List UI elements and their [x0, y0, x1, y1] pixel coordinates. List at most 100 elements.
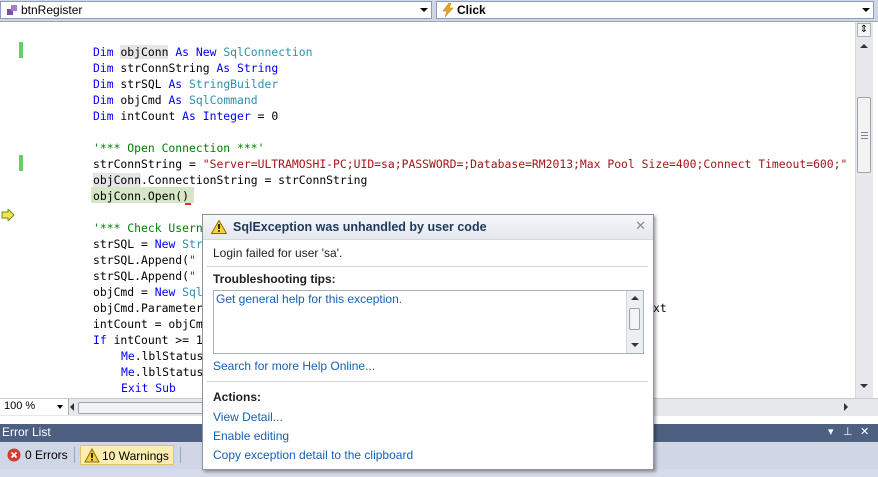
code-line: strSQL.Append(" [93, 269, 203, 283]
code-comment: '*** Open Connection ***' [93, 141, 265, 155]
keyword: As [168, 93, 183, 107]
class-name-label: btnRegister [21, 3, 83, 17]
type-name: StringBuilder [189, 77, 279, 91]
general-help-link[interactable]: Get general help for this exception. [216, 292, 402, 306]
copy-exception-detail-link[interactable]: Copy exception detail to the clipboard [213, 448, 413, 462]
scroll-up-icon[interactable] [631, 296, 639, 300]
code-line: intCount = objCm [93, 317, 203, 331]
keyword: As [182, 109, 196, 123]
code-comment: '*** Check Userna [93, 221, 210, 235]
split-handle-icon[interactable]: ⇕ [857, 23, 871, 37]
code-line-current: objConn.Open() [93, 189, 190, 203]
divider [207, 266, 648, 267]
keyword: Integer [202, 109, 251, 123]
window-position-icon[interactable]: ▾ [828, 425, 834, 438]
warnings-label: 10 Warnings [102, 449, 169, 463]
grip-line [861, 135, 868, 136]
scroll-left-icon[interactable] [70, 403, 74, 411]
scroll-thumb[interactable] [629, 308, 640, 330]
keyword: Exit Sub [121, 381, 176, 395]
navigation-bar: btnRegister Click [0, 0, 878, 22]
code-line: Dim strConnString As String [93, 61, 279, 75]
string-literal: " [189, 253, 203, 267]
zoom-combo[interactable]: 100 % [0, 399, 69, 415]
identifier-highlight: objConn [93, 189, 142, 203]
scroll-thumb[interactable] [857, 97, 871, 173]
code-line: Dim intCount As Integer = 0 [93, 109, 279, 123]
keyword: Dim [93, 61, 114, 75]
keyword: Dim [93, 45, 114, 59]
string-literal: "Server=ULTRAMOSHI-PC;UID=sa;PASSWORD=;D… [202, 157, 848, 171]
troubleshooting-header: Troubleshooting tips: [213, 272, 336, 286]
keyword: Me [121, 349, 135, 363]
type-name: Str [182, 237, 203, 251]
change-marker [19, 155, 23, 171]
code-line: Me.lblStatus [121, 365, 204, 379]
actions-header: Actions: [213, 390, 261, 404]
errors-label: 0 Errors [25, 448, 68, 462]
toolbar-separator [180, 447, 181, 463]
close-icon[interactable]: ✕ [635, 218, 646, 234]
event-member-icon [7, 5, 17, 15]
method-name-combo[interactable]: Click [436, 1, 874, 19]
enable-editing-link[interactable]: Enable editing [213, 429, 289, 443]
change-marker [19, 42, 23, 58]
tips-scrollbar[interactable] [626, 291, 643, 353]
type-name: Sql [182, 285, 203, 299]
code-line: objCmd.Parameter [93, 301, 203, 315]
editor-margin [0, 22, 32, 398]
code-line: strConnString = "Server=ULTRAMOSHI-PC;UI… [93, 157, 848, 171]
keyword: Dim [93, 77, 114, 91]
code-line: strSQL = New Str [93, 237, 203, 251]
identifier-highlight: objConn [93, 173, 142, 187]
code-line: Dim objCmd As SqlCommand [93, 93, 258, 107]
scroll-up-icon[interactable] [860, 44, 868, 48]
code-line: Dim strSQL As StringBuilder [93, 77, 279, 91]
troubleshooting-list[interactable]: Get general help for this exception. [213, 290, 644, 354]
exception-assistant: SqlException was unhandled by user code … [202, 214, 654, 470]
code-line: Dim objConn As New SqlConnection [93, 44, 312, 60]
grip-line [861, 138, 868, 139]
exception-title: SqlException was unhandled by user code [233, 220, 487, 234]
errors-filter-button[interactable]: 0 Errors [4, 445, 71, 465]
scroll-down-icon[interactable] [631, 343, 639, 347]
scroll-down-icon[interactable] [860, 384, 868, 388]
lightning-event-icon [442, 3, 454, 17]
close-icon[interactable]: ✕ [860, 425, 869, 438]
code-line: Exit Sub [121, 380, 176, 396]
keyword: Dim [93, 93, 114, 107]
keyword: As [175, 45, 190, 59]
keyword: As [216, 61, 231, 75]
error-icon [7, 448, 21, 462]
warning-icon [211, 220, 227, 234]
keyword: New [154, 285, 176, 299]
keyword: New [195, 45, 217, 59]
keyword: Dim [93, 109, 114, 123]
search-help-online-link[interactable]: Search for more Help Online... [213, 359, 375, 373]
code-line: objCmd = New Sql [93, 285, 203, 299]
code-line: strSQL.Append(" [93, 253, 203, 267]
warnings-filter-button[interactable]: 10 Warnings [80, 445, 174, 465]
keyword: If [93, 333, 107, 347]
keyword: Me [121, 365, 135, 379]
execution-pointer-icon [1, 209, 15, 221]
code-line: objConn.ConnectionString = strConnString [93, 173, 368, 187]
identifier-highlight: objConn [120, 45, 169, 59]
view-detail-link[interactable]: View Detail... [213, 410, 283, 424]
code-line: If intCount >= 1 [93, 333, 203, 347]
exception-message: Login failed for user 'sa'. [213, 246, 343, 260]
chevron-down-icon [420, 8, 428, 12]
exception-header: SqlException was unhandled by user code … [203, 215, 653, 240]
zoom-value: 100 % [4, 400, 36, 412]
code-line-tail: xt [653, 301, 667, 315]
code-line: Me.lblStatus [121, 349, 204, 363]
pin-icon[interactable]: ⊥ [843, 425, 853, 438]
toolbar-separator [74, 447, 75, 463]
chevron-down-icon [862, 8, 870, 12]
type-name: SqlConnection [223, 45, 313, 59]
vertical-scrollbar[interactable]: ⇕ [855, 22, 873, 398]
scroll-right-icon[interactable] [844, 403, 848, 411]
class-name-combo[interactable]: btnRegister [0, 1, 432, 19]
keyword: String [237, 61, 279, 75]
chevron-down-icon [57, 405, 63, 409]
